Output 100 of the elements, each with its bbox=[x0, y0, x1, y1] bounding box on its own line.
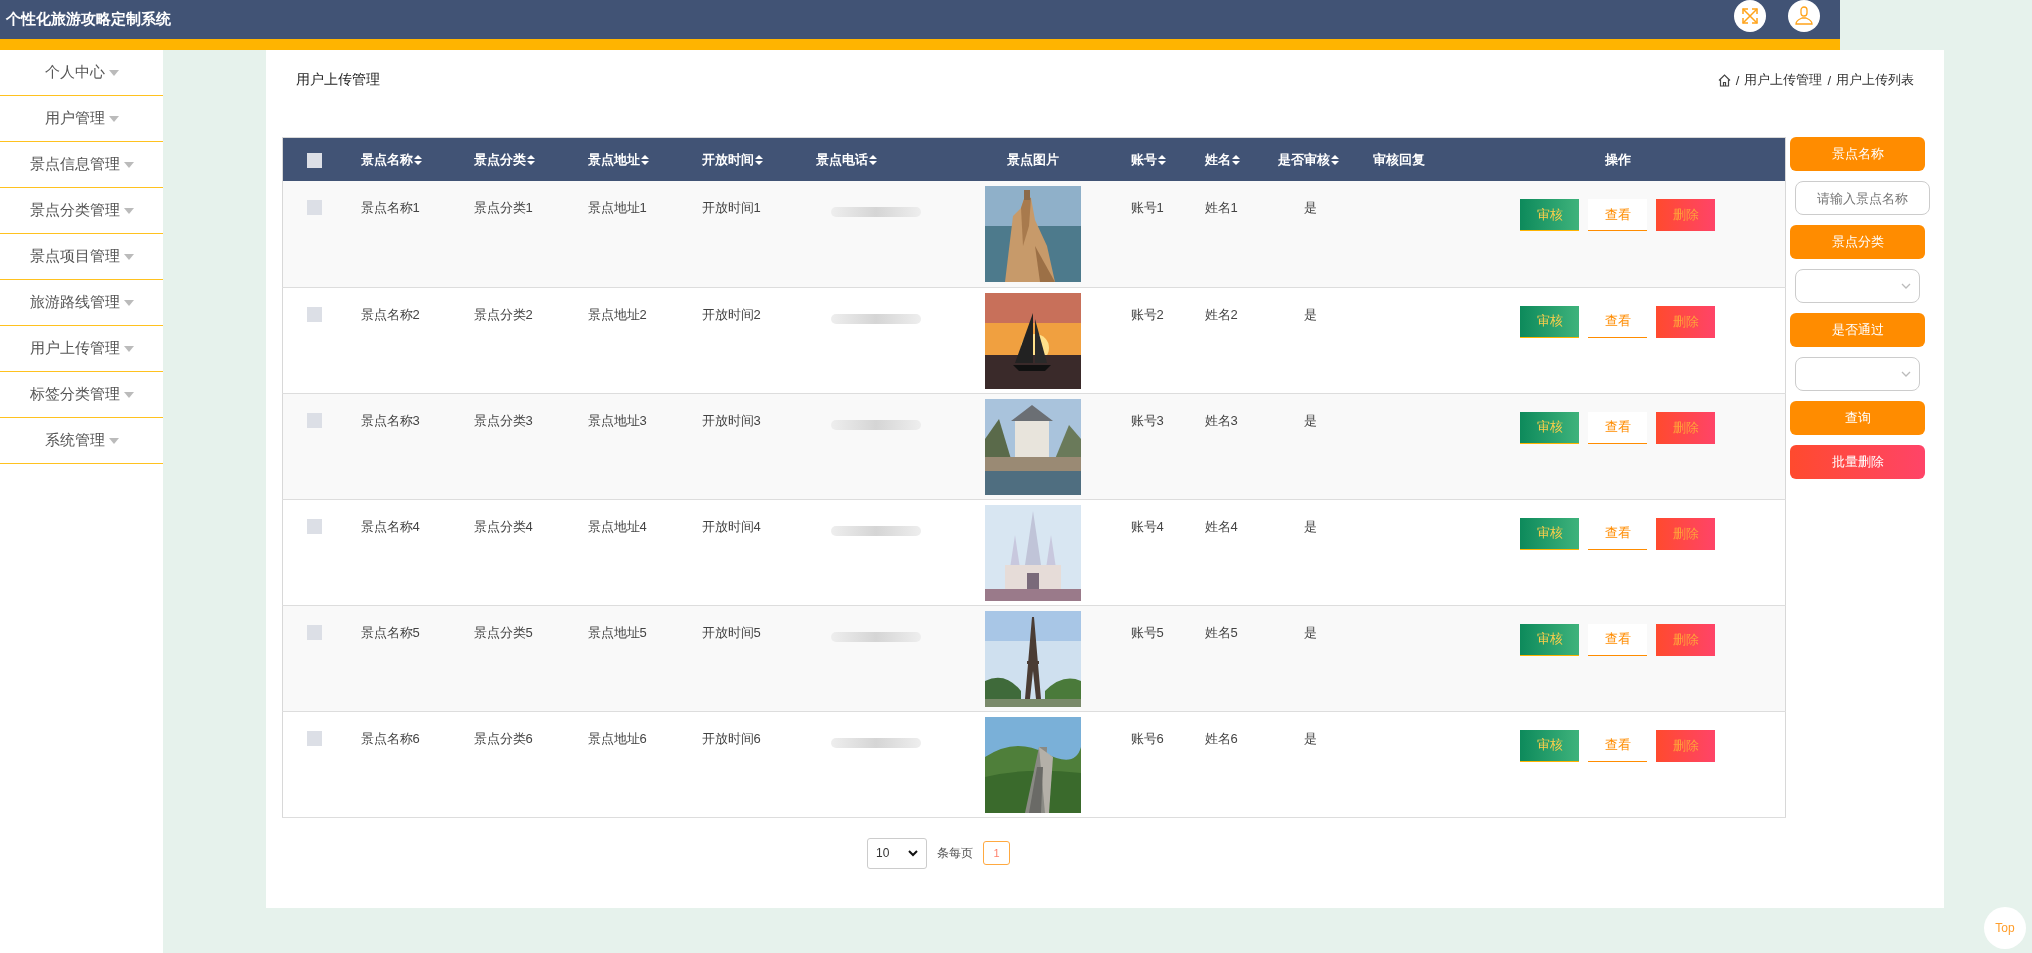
table-cell: 景点地址6 bbox=[587, 730, 647, 746]
table-cell: 是 bbox=[1303, 624, 1317, 640]
column-header[interactable]: 景点分类 bbox=[473, 150, 526, 169]
column-header[interactable]: 开放时间 bbox=[701, 150, 754, 169]
caret-icon bbox=[123, 207, 134, 214]
caret-icon bbox=[108, 69, 119, 76]
delete-button[interactable]: 删除 bbox=[1656, 411, 1716, 444]
checkbox[interactable] bbox=[306, 518, 322, 534]
column-header: 操作 bbox=[1604, 150, 1631, 169]
table-cell: 景点分类6 bbox=[473, 730, 533, 746]
breadcrumb-separator: / bbox=[1827, 72, 1831, 88]
caret-icon bbox=[123, 299, 134, 306]
chevron-down-icon bbox=[1901, 371, 1911, 377]
fullscreen-button[interactable] bbox=[1734, 0, 1766, 32]
delete-button[interactable]: 删除 bbox=[1656, 517, 1716, 550]
delete-button[interactable]: 删除 bbox=[1656, 305, 1716, 338]
table-cell: 开放时间6 bbox=[701, 730, 761, 746]
sidebar-item[interactable]: 标签分类管理 bbox=[0, 372, 163, 418]
table-cell: 景点地址4 bbox=[587, 518, 647, 534]
user-icon bbox=[1794, 5, 1814, 26]
caret-icon bbox=[123, 391, 134, 398]
column-header[interactable]: 账号 bbox=[1130, 150, 1157, 169]
table-cell: 是 bbox=[1303, 518, 1317, 534]
table-cell: 景点名称1 bbox=[360, 200, 420, 215]
checkbox[interactable] bbox=[306, 624, 322, 640]
sort-icon bbox=[640, 154, 649, 165]
checkbox[interactable] bbox=[306, 306, 322, 322]
home-icon bbox=[1717, 73, 1731, 87]
review-button[interactable]: 审核 bbox=[1520, 517, 1580, 550]
table-cell: 景点地址2 bbox=[587, 306, 647, 322]
delete-button[interactable]: 删除 bbox=[1656, 729, 1716, 762]
sidebar-item[interactable]: 景点项目管理 bbox=[0, 234, 163, 280]
sidebar-item[interactable]: 景点信息管理 bbox=[0, 142, 163, 188]
user-button[interactable] bbox=[1788, 0, 1820, 32]
checkbox[interactable] bbox=[306, 200, 322, 216]
sort-icon bbox=[1231, 154, 1240, 165]
sidebar-item[interactable]: 旅游路线管理 bbox=[0, 280, 163, 326]
filter-select[interactable] bbox=[1795, 269, 1920, 303]
breadcrumb-link[interactable]: 用户上传管理 bbox=[1744, 71, 1823, 89]
table-cell: 景点分类5 bbox=[473, 624, 533, 640]
table-cell: 账号6 bbox=[1130, 730, 1164, 746]
search-field[interactable]: 请输入景点名称 bbox=[1795, 181, 1930, 215]
column-header[interactable]: 景点地址 bbox=[587, 150, 640, 169]
page-button[interactable]: 1 bbox=[983, 841, 1010, 865]
page-size-select[interactable]: 10 bbox=[867, 837, 927, 869]
view-button[interactable]: 查看 bbox=[1588, 199, 1648, 231]
column-header[interactable]: 姓名 bbox=[1204, 150, 1231, 169]
sidebar-item[interactable]: 系统管理 bbox=[0, 418, 163, 464]
table-cell: 景点地址3 bbox=[587, 412, 647, 428]
caret-icon bbox=[123, 253, 134, 260]
table-cell: 景点地址5 bbox=[587, 624, 647, 640]
review-button[interactable]: 审核 bbox=[1520, 199, 1580, 231]
view-button[interactable]: 查看 bbox=[1588, 411, 1648, 444]
review-button[interactable]: 审核 bbox=[1520, 729, 1580, 762]
table-cell: 姓名3 bbox=[1204, 412, 1238, 428]
filter-select[interactable] bbox=[1795, 357, 1920, 391]
sort-icon bbox=[754, 154, 763, 165]
filter-label: 是否通过 bbox=[1790, 313, 1925, 347]
review-button[interactable]: 审核 bbox=[1520, 411, 1580, 444]
column-header[interactable]: 景点电话 bbox=[815, 150, 868, 169]
caret-icon bbox=[123, 161, 134, 168]
caret-icon bbox=[108, 115, 119, 122]
table-cell: 姓名1 bbox=[1204, 200, 1238, 215]
delete-button[interactable]: 删除 bbox=[1656, 623, 1716, 656]
breadcrumb-current: 用户上传列表 bbox=[1836, 71, 1914, 89]
sidebar-item[interactable]: 景点分类管理 bbox=[0, 188, 163, 234]
sort-icon bbox=[868, 154, 877, 165]
table-cell: 景点名称2 bbox=[360, 306, 420, 322]
sort-icon bbox=[1330, 154, 1339, 165]
column-header: 审核回复 bbox=[1372, 150, 1425, 169]
table-cell: 景点分类2 bbox=[473, 306, 533, 322]
table-cell: 开放时间1 bbox=[701, 200, 761, 215]
sort-icon bbox=[526, 154, 535, 165]
table-cell: 姓名6 bbox=[1204, 730, 1238, 746]
sort-icon bbox=[413, 154, 422, 165]
sidebar-item[interactable]: 用户上传管理 bbox=[0, 326, 163, 372]
sidebar-item[interactable]: 个人中心 bbox=[0, 50, 163, 96]
review-button[interactable]: 审核 bbox=[1520, 305, 1580, 338]
review-button[interactable]: 审核 bbox=[1520, 623, 1580, 656]
batch-delete-button[interactable]: 批量删除 bbox=[1790, 445, 1925, 479]
checkbox[interactable] bbox=[306, 730, 322, 746]
table-cell: 景点名称6 bbox=[360, 730, 420, 746]
breadcrumb-separator: / bbox=[1735, 72, 1740, 88]
back-to-top-button[interactable]: Top bbox=[1984, 907, 2026, 949]
per-page-label: 条每页 bbox=[937, 844, 973, 862]
filter-label: 景点名称 bbox=[1790, 137, 1925, 171]
checkbox[interactable] bbox=[306, 152, 322, 168]
table-cell: 姓名5 bbox=[1204, 624, 1238, 640]
table-cell: 景点名称5 bbox=[360, 624, 420, 640]
search-button[interactable]: 查询 bbox=[1790, 401, 1925, 435]
checkbox[interactable] bbox=[306, 412, 322, 428]
table-cell: 是 bbox=[1303, 730, 1317, 746]
table-cell: 账号3 bbox=[1130, 412, 1164, 428]
caret-icon bbox=[108, 437, 119, 444]
table-cell: 景点地址1 bbox=[587, 200, 647, 215]
table-cell: 景点分类4 bbox=[473, 518, 533, 534]
delete-button[interactable]: 删除 bbox=[1656, 199, 1716, 231]
sidebar-item[interactable]: 用户管理 bbox=[0, 96, 163, 142]
view-button[interactable]: 查看 bbox=[1588, 623, 1648, 656]
table-cell: 开放时间4 bbox=[701, 518, 761, 534]
